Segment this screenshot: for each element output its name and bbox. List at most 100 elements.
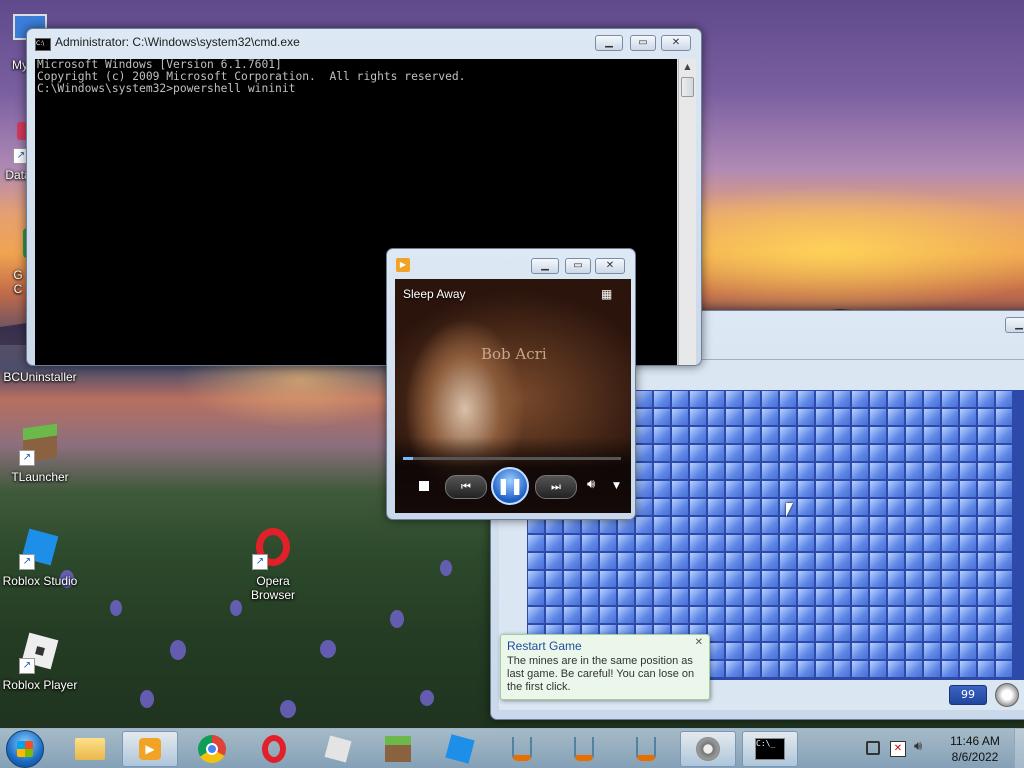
maximize-button[interactable]: ▭ bbox=[565, 258, 591, 274]
mine-cell[interactable] bbox=[959, 408, 977, 426]
mine-cell[interactable] bbox=[941, 408, 959, 426]
taskbar-opera[interactable] bbox=[246, 731, 302, 767]
mine-cell[interactable] bbox=[851, 444, 869, 462]
mine-cell[interactable] bbox=[797, 444, 815, 462]
mine-cell[interactable] bbox=[869, 606, 887, 624]
mine-cell[interactable] bbox=[977, 660, 995, 678]
mine-cell[interactable] bbox=[653, 588, 671, 606]
mine-cell[interactable] bbox=[941, 390, 959, 408]
mine-cell[interactable] bbox=[725, 642, 743, 660]
previous-button[interactable]: ⏮ bbox=[445, 475, 487, 499]
mine-cell[interactable] bbox=[977, 624, 995, 642]
mine-cell[interactable] bbox=[743, 390, 761, 408]
minimize-button[interactable]: ▁ bbox=[531, 258, 559, 274]
mine-cell[interactable] bbox=[743, 408, 761, 426]
mine-cell[interactable] bbox=[887, 444, 905, 462]
mine-cell[interactable] bbox=[671, 588, 689, 606]
mine-cell[interactable] bbox=[959, 570, 977, 588]
mine-cell[interactable] bbox=[977, 498, 995, 516]
mine-cell[interactable] bbox=[761, 588, 779, 606]
mine-cell[interactable] bbox=[995, 642, 1013, 660]
mine-cell[interactable] bbox=[869, 660, 887, 678]
mine-cell[interactable] bbox=[761, 570, 779, 588]
mine-cell[interactable] bbox=[671, 480, 689, 498]
mine-cell[interactable] bbox=[905, 390, 923, 408]
mine-cell[interactable] bbox=[527, 606, 545, 624]
mine-cell[interactable] bbox=[815, 606, 833, 624]
mine-cell[interactable] bbox=[797, 552, 815, 570]
mine-cell[interactable] bbox=[779, 390, 797, 408]
mine-cell[interactable] bbox=[941, 498, 959, 516]
mine-cell[interactable] bbox=[869, 642, 887, 660]
mine-cell[interactable] bbox=[617, 552, 635, 570]
mine-cell[interactable] bbox=[977, 534, 995, 552]
mine-cell[interactable] bbox=[635, 444, 653, 462]
mine-cell[interactable] bbox=[887, 426, 905, 444]
mine-cell[interactable] bbox=[941, 552, 959, 570]
mine-cell[interactable] bbox=[833, 624, 851, 642]
mine-cell[interactable] bbox=[707, 408, 725, 426]
mine-cell[interactable] bbox=[545, 588, 563, 606]
mine-cell[interactable] bbox=[743, 552, 761, 570]
mine-cell[interactable] bbox=[959, 624, 977, 642]
clock[interactable]: 11:46 AM 8/6/2022 bbox=[940, 733, 1010, 765]
mine-cell[interactable] bbox=[563, 606, 581, 624]
mine-cell[interactable] bbox=[581, 588, 599, 606]
mine-cell[interactable] bbox=[671, 498, 689, 516]
mine-cell[interactable] bbox=[977, 606, 995, 624]
mine-cell[interactable] bbox=[905, 570, 923, 588]
mine-cell[interactable] bbox=[851, 606, 869, 624]
mine-cell[interactable] bbox=[707, 444, 725, 462]
seek-bar[interactable] bbox=[403, 457, 621, 460]
mine-cell[interactable] bbox=[563, 534, 581, 552]
mine-cell[interactable] bbox=[959, 642, 977, 660]
mine-cell[interactable] bbox=[617, 534, 635, 552]
mine-cell[interactable] bbox=[905, 462, 923, 480]
mine-cell[interactable] bbox=[743, 624, 761, 642]
mine-cell[interactable] bbox=[689, 426, 707, 444]
mine-cell[interactable] bbox=[851, 390, 869, 408]
mine-cell[interactable] bbox=[887, 390, 905, 408]
mine-cell[interactable] bbox=[923, 480, 941, 498]
pause-button[interactable]: ❚❚ bbox=[491, 467, 529, 505]
mine-cell[interactable] bbox=[851, 408, 869, 426]
mine-cell[interactable] bbox=[761, 642, 779, 660]
mine-cell[interactable] bbox=[941, 534, 959, 552]
mine-cell[interactable] bbox=[995, 408, 1013, 426]
mine-cell[interactable] bbox=[995, 588, 1013, 606]
mine-cell[interactable] bbox=[887, 624, 905, 642]
mine-cell[interactable] bbox=[815, 408, 833, 426]
media-player-titlebar[interactable]: ▶ ▁ ▭ ✕ bbox=[387, 249, 635, 275]
mine-cell[interactable] bbox=[545, 552, 563, 570]
mine-cell[interactable] bbox=[923, 588, 941, 606]
mine-cell[interactable] bbox=[941, 516, 959, 534]
mine-cell[interactable] bbox=[635, 498, 653, 516]
mine-cell[interactable] bbox=[941, 426, 959, 444]
mine-cell[interactable] bbox=[581, 606, 599, 624]
mine-cell[interactable] bbox=[563, 588, 581, 606]
mine-cell[interactable] bbox=[707, 498, 725, 516]
mine-cell[interactable] bbox=[743, 606, 761, 624]
taskbar-java-2[interactable] bbox=[556, 731, 612, 767]
mine-cell[interactable] bbox=[833, 444, 851, 462]
mine-cell[interactable] bbox=[941, 462, 959, 480]
mine-cell[interactable] bbox=[797, 390, 815, 408]
mine-cell[interactable] bbox=[923, 570, 941, 588]
taskbar-explorer[interactable] bbox=[62, 731, 118, 767]
scroll-thumb[interactable] bbox=[681, 77, 694, 97]
mine-cell[interactable] bbox=[959, 606, 977, 624]
mine-cell[interactable] bbox=[869, 552, 887, 570]
mine-cell[interactable] bbox=[635, 480, 653, 498]
mine-cell[interactable] bbox=[959, 498, 977, 516]
cmd-scrollbar[interactable]: ▲ bbox=[678, 59, 696, 365]
mine-cell[interactable] bbox=[761, 660, 779, 678]
mine-cell[interactable] bbox=[797, 480, 815, 498]
mine-cell[interactable] bbox=[743, 444, 761, 462]
mine-cell[interactable] bbox=[905, 408, 923, 426]
mine-cell[interactable] bbox=[761, 516, 779, 534]
mine-cell[interactable] bbox=[959, 390, 977, 408]
desktop-icon-roblox-player[interactable]: ↗ Roblox Player bbox=[0, 632, 80, 692]
mine-cell[interactable] bbox=[959, 588, 977, 606]
mine-cell[interactable] bbox=[941, 642, 959, 660]
mine-cell[interactable] bbox=[563, 570, 581, 588]
